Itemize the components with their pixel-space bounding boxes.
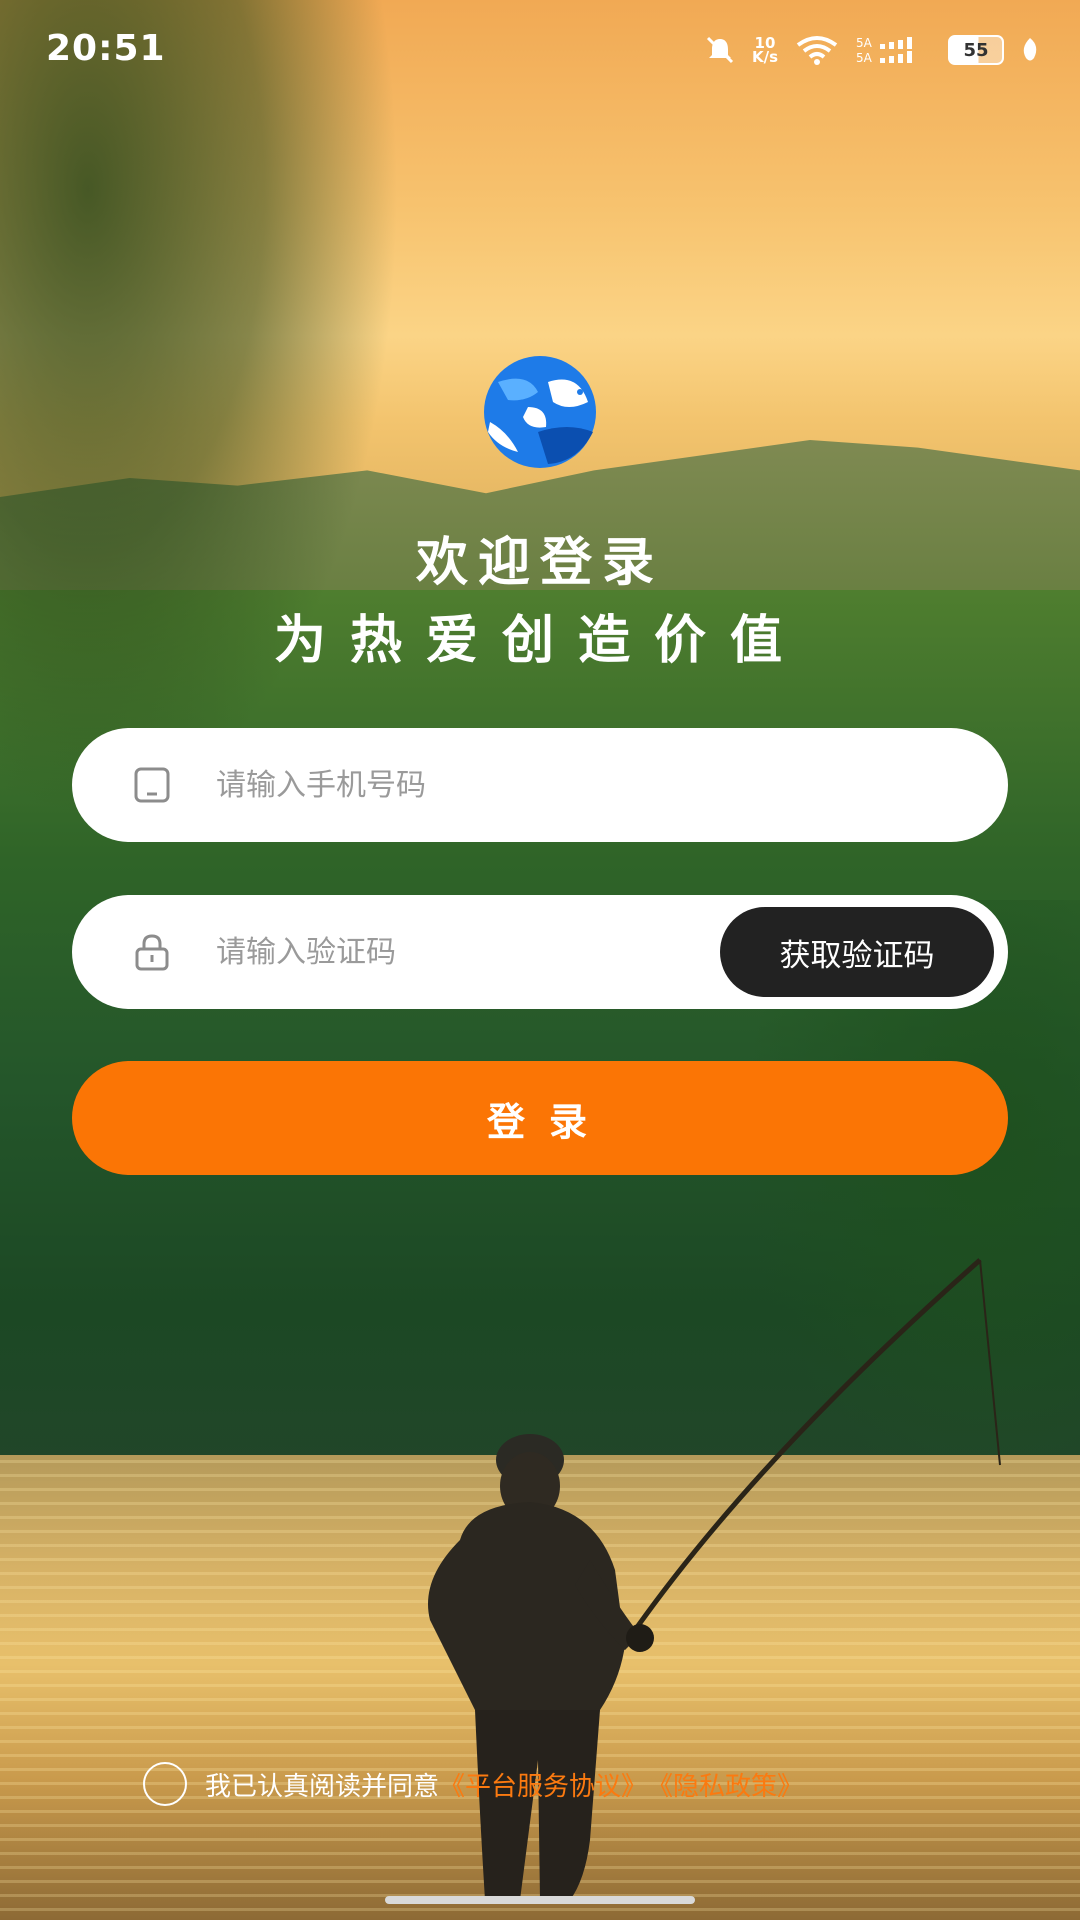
- get-code-button[interactable]: 获取验证码: [720, 907, 994, 997]
- wifi-icon: [796, 36, 838, 65]
- service-agreement-link[interactable]: 《平台服务协议》: [439, 1766, 647, 1803]
- agreement-row: 我已认真阅读并同意 《平台服务协议》 《隐私政策》: [143, 1762, 803, 1806]
- svg-text:5A: 5A: [856, 36, 873, 50]
- agree-checkbox[interactable]: [143, 1762, 187, 1806]
- status-bar: 20:51 10 K/s 5A 5A 55: [0, 0, 1080, 100]
- phone-input[interactable]: [216, 728, 736, 842]
- tree-foliage-left: [0, 0, 400, 820]
- slogan: 为热爱创造价值: [273, 611, 806, 671]
- verification-code-field[interactable]: 获取验证码: [72, 895, 1008, 1009]
- fisherman-silhouette: [428, 1258, 1001, 1900]
- network-speed: 10 K/s: [751, 36, 778, 66]
- battery-level: 55: [963, 39, 989, 61]
- phone-field[interactable]: [72, 728, 1008, 842]
- net-speed-unit: K/s: [751, 48, 778, 66]
- leaf-icon: [1023, 38, 1037, 61]
- verification-code-input[interactable]: [216, 895, 736, 1009]
- login-button[interactable]: 登录: [72, 1061, 1008, 1175]
- privacy-policy-link[interactable]: 《隐私政策》: [647, 1766, 803, 1803]
- home-indicator[interactable]: [385, 1896, 695, 1904]
- welcome-title: 欢迎登录: [415, 533, 664, 593]
- phone-icon: [134, 767, 170, 803]
- svg-text:5A: 5A: [856, 51, 873, 65]
- agreement-text: 我已认真阅读并同意: [205, 1771, 440, 1802]
- status-time: 20:51: [46, 28, 166, 69]
- mute-icon: [706, 36, 734, 64]
- app-logo-icon: [484, 356, 596, 468]
- lock-icon: [135, 934, 169, 971]
- status-icons: 10 K/s 5A 5A 55: [704, 34, 1040, 66]
- signal-icon: 5A 5A: [856, 36, 912, 65]
- battery-icon: 55: [948, 35, 1004, 65]
